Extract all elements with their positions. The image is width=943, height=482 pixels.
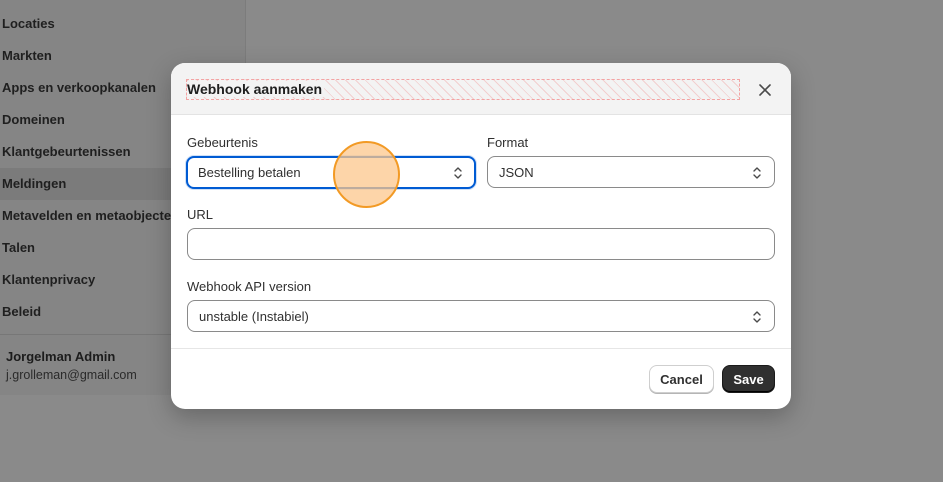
user-email: j.grolleman@gmail.com bbox=[6, 368, 137, 382]
format-label: Format bbox=[487, 135, 529, 150]
chevron-updown-icon bbox=[753, 311, 761, 323]
sidebar-item-locaties[interactable]: Locaties bbox=[0, 8, 246, 40]
save-button[interactable]: Save bbox=[722, 365, 775, 393]
user-name: Jorgelman Admin bbox=[6, 349, 116, 364]
event-select-value: Bestelling betalen bbox=[198, 165, 301, 180]
modal-title: Webhook aanmaken bbox=[187, 81, 325, 97]
create-webhook-modal: Webhook aanmaken Gebeurtenis Bestelling … bbox=[171, 63, 791, 409]
api-version-label: Webhook API version bbox=[187, 279, 312, 294]
url-label: URL bbox=[187, 207, 214, 222]
chevron-updown-icon bbox=[753, 167, 761, 179]
close-icon bbox=[759, 84, 771, 96]
modal-header: Webhook aanmaken bbox=[171, 63, 791, 115]
event-label: Gebeurtenis bbox=[187, 135, 258, 150]
cursor-click-indicator bbox=[333, 141, 400, 208]
footer-divider bbox=[171, 348, 791, 349]
url-input[interactable] bbox=[187, 228, 775, 260]
api-version-select-value: unstable (Instabiel) bbox=[199, 309, 309, 324]
format-select-value: JSON bbox=[499, 165, 534, 180]
event-select[interactable]: Bestelling betalen bbox=[186, 156, 476, 189]
cancel-button[interactable]: Cancel bbox=[649, 365, 714, 393]
api-version-select[interactable]: unstable (Instabiel) bbox=[187, 300, 775, 332]
format-select[interactable]: JSON bbox=[487, 156, 775, 188]
close-button[interactable] bbox=[751, 78, 779, 102]
chevron-updown-icon bbox=[454, 167, 462, 179]
